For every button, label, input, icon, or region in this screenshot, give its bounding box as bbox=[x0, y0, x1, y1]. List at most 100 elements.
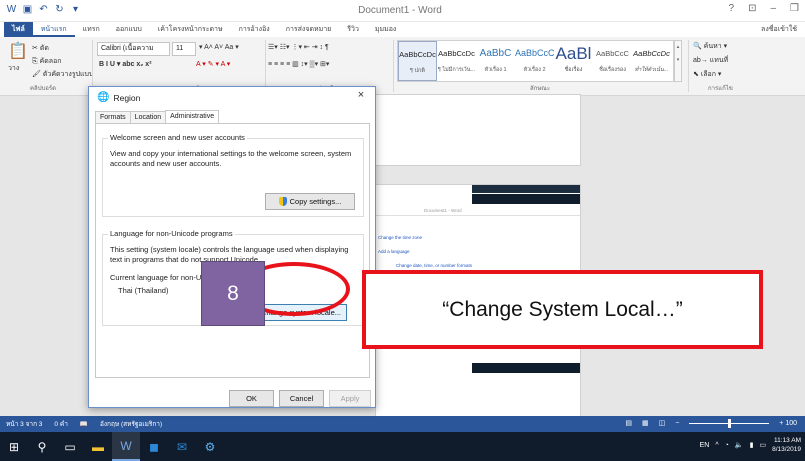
paste-label[interactable]: วาง bbox=[8, 63, 19, 74]
page-count[interactable]: หน้า 3 จาก 3 bbox=[6, 419, 42, 429]
alignment-buttons[interactable]: ≡ ≡ ≡ ≡ ▥ ↕▾ ▒▾ ⊞▾ bbox=[268, 60, 329, 68]
word-count[interactable]: 0 คำ bbox=[54, 419, 67, 429]
proofing-icon[interactable]: 📖 bbox=[80, 420, 88, 428]
tab-home[interactable]: หน้าแรก bbox=[32, 22, 75, 37]
tab-references[interactable]: การอ้างอิง bbox=[231, 22, 278, 37]
tab-insert[interactable]: แทรก bbox=[75, 22, 108, 37]
undo-icon[interactable]: ↶ bbox=[38, 4, 49, 15]
document-page[interactable] bbox=[375, 94, 581, 166]
style-name: หัวเรื่อง 2 bbox=[523, 67, 546, 73]
font-format-buttons[interactable]: B I U ▾ abc x₂ x² bbox=[99, 60, 152, 68]
styles-group-label: ลักษณะ bbox=[530, 86, 551, 92]
copy-label: คัดลอก bbox=[39, 58, 62, 65]
tab-mailings[interactable]: การส่งจดหมาย bbox=[278, 22, 340, 37]
replace-button[interactable]: ab→ แทนที่ bbox=[693, 55, 728, 66]
style-heading-1[interactable]: AaBbC หัวเรื่อง 1 bbox=[476, 41, 515, 81]
mini-screenshot-titlebar bbox=[472, 185, 580, 193]
font-size-box[interactable]: 11 bbox=[172, 42, 196, 56]
format-painter-button[interactable]: 🖌 ตัวคัดวางรูปแบบ bbox=[32, 69, 93, 80]
style-no-spacing[interactable]: AaBbCcDc ¶ ไม่มีการเว้น... bbox=[437, 41, 476, 81]
divider bbox=[376, 215, 580, 216]
callout-box: “Change System Local…” bbox=[362, 270, 763, 349]
clock-time: 11:13 AM bbox=[774, 437, 801, 444]
read-mode-icon[interactable]: ▤ bbox=[625, 419, 632, 427]
apply-button[interactable]: Apply bbox=[329, 390, 371, 407]
list-buttons[interactable]: ☰▾ ☷▾ ⋮▾ ⇤ ⇥ ↕ ¶ bbox=[268, 43, 329, 51]
close-icon[interactable]: × bbox=[353, 89, 369, 101]
file-explorer-icon[interactable]: ▬ bbox=[84, 432, 112, 461]
notifications-icon[interactable]: ▭ bbox=[759, 441, 766, 449]
select-button[interactable]: ⬉ เลือก ▾ bbox=[693, 69, 721, 80]
redo-icon[interactable]: ↻ bbox=[54, 4, 65, 15]
restore-icon[interactable]: ❐ bbox=[790, 3, 799, 14]
zoom-level[interactable]: + 100 bbox=[779, 420, 797, 427]
tab-administrative[interactable]: Administrative bbox=[165, 110, 220, 124]
style-emphasis[interactable]: AaBbCcDc ทำให้ตัวเน้น... bbox=[632, 41, 671, 81]
font-color-buttons[interactable]: A ▾ ✎ ▾ A ▾ bbox=[196, 60, 230, 68]
tab-design[interactable]: ออกแบบ bbox=[108, 22, 150, 37]
mini-screenshot-taskbar bbox=[472, 194, 580, 204]
chevron-up-icon[interactable]: ^ bbox=[715, 442, 718, 449]
style-sample: AaBbCcDc bbox=[399, 50, 436, 59]
divider bbox=[393, 40, 394, 92]
tab-view[interactable]: มุมมอง bbox=[367, 22, 404, 37]
search-icon[interactable]: ⚲ bbox=[28, 432, 56, 461]
mini-link: Change the time zone bbox=[378, 235, 423, 240]
save-icon[interactable]: ▣ bbox=[22, 4, 33, 15]
windows-start-icon[interactable]: ⊞ bbox=[0, 432, 28, 461]
help-icon[interactable]: ? bbox=[729, 3, 735, 14]
title-bar: W ▣ ↶ ↻ ▾ Document1 - Word ? ⊡ – ❐ bbox=[0, 0, 805, 22]
cut-label: ตัด bbox=[39, 45, 49, 52]
paste-icon[interactable]: 📋 bbox=[8, 41, 28, 61]
status-right: ▤ ▦ ◫ − + 100 bbox=[625, 418, 797, 428]
find-button[interactable]: 🔍 ค้นหา ▾ bbox=[693, 41, 727, 52]
tab-review[interactable]: รีวิว bbox=[339, 22, 367, 37]
dialog-title-bar: 🌐 Region bbox=[97, 92, 140, 103]
mail-icon[interactable]: ✉ bbox=[168, 432, 196, 461]
ribbon-display-icon[interactable]: ⊡ bbox=[748, 3, 756, 14]
style-subtitle[interactable]: AaBbCcC ชื่อเรื่องรอง bbox=[593, 41, 632, 81]
cancel-button[interactable]: Cancel bbox=[279, 390, 324, 407]
mini-screenshot-title: Document1 - Word bbox=[424, 208, 462, 213]
task-view-icon[interactable]: ▭ bbox=[56, 432, 84, 461]
tab-layout[interactable]: เค้าโครงหน้ากระดาษ bbox=[150, 22, 231, 37]
tab-file[interactable]: ไฟล์ bbox=[4, 22, 33, 37]
style-sample: AaBl bbox=[555, 44, 592, 63]
nonunicode-group-legend: Language for non-Unicode programs bbox=[108, 229, 235, 238]
region-settings-icon[interactable]: ⚙ bbox=[196, 432, 224, 461]
battery-icon[interactable]: ▮ bbox=[750, 441, 754, 449]
system-tray: EN ^ ◔ 🔈 ▮ ▭ 11:13 AM 8/13/2019 bbox=[700, 436, 801, 454]
taskbar: ⊞ ⚲ ▭ ▬ W ◼ ✉ ⚙ bbox=[0, 432, 805, 461]
style-title[interactable]: AaBl ชื่อเรื่อง bbox=[554, 41, 593, 81]
zoom-slider-knob[interactable] bbox=[727, 418, 731, 428]
copy-button[interactable]: ⎘ คัดลอก bbox=[32, 56, 62, 67]
sign-in-link[interactable]: ลงชื่อเข้าใช้ bbox=[761, 24, 797, 35]
zoom-slider[interactable] bbox=[689, 418, 770, 428]
ok-button[interactable]: OK bbox=[229, 390, 274, 407]
language-status[interactable]: อังกฤษ (สหรัฐอเมริกา) bbox=[100, 419, 162, 429]
step-number-badge: 8 bbox=[201, 261, 265, 326]
input-language[interactable]: EN bbox=[700, 442, 710, 449]
styles-gallery-scroll[interactable]: ▴ ▾ bbox=[674, 40, 682, 82]
web-layout-icon[interactable]: ◫ bbox=[659, 419, 666, 427]
font-size-controls[interactable]: ▾ A˄ A˅ Aa ▾ bbox=[199, 43, 239, 51]
scissors-icon: ✂ bbox=[32, 45, 40, 52]
volume-icon[interactable]: 🔈 bbox=[735, 441, 744, 449]
print-layout-icon[interactable]: ▦ bbox=[642, 419, 649, 427]
zoom-out-icon[interactable]: − bbox=[675, 420, 679, 427]
cut-button[interactable]: ✂ ตัด bbox=[32, 43, 49, 54]
minimize-icon[interactable]: – bbox=[770, 3, 776, 14]
region-dialog: 🌐 Region × Formats Location Administrati… bbox=[88, 86, 376, 408]
clock[interactable]: 11:13 AM 8/13/2019 bbox=[772, 436, 801, 454]
outlook-icon[interactable]: ◼ bbox=[140, 432, 168, 461]
style-heading-2[interactable]: AaBbCcC หัวเรื่อง 2 bbox=[515, 41, 554, 81]
font-name-box[interactable]: Calibri (เนื้อความ bbox=[97, 42, 170, 56]
style-normal[interactable]: AaBbCcDc ¶ ปกติ bbox=[398, 41, 437, 81]
word-taskbar-icon[interactable]: W bbox=[112, 432, 140, 461]
document-title: Document1 - Word bbox=[358, 5, 442, 16]
style-sample: AaBbCcDc bbox=[438, 49, 475, 58]
style-name: ¶ ปกติ bbox=[410, 68, 425, 74]
copy-settings-button[interactable]: Copy settings... bbox=[265, 193, 355, 210]
customize-qat-icon[interactable]: ▾ bbox=[70, 4, 81, 15]
network-icon[interactable]: ◔ bbox=[725, 442, 729, 449]
